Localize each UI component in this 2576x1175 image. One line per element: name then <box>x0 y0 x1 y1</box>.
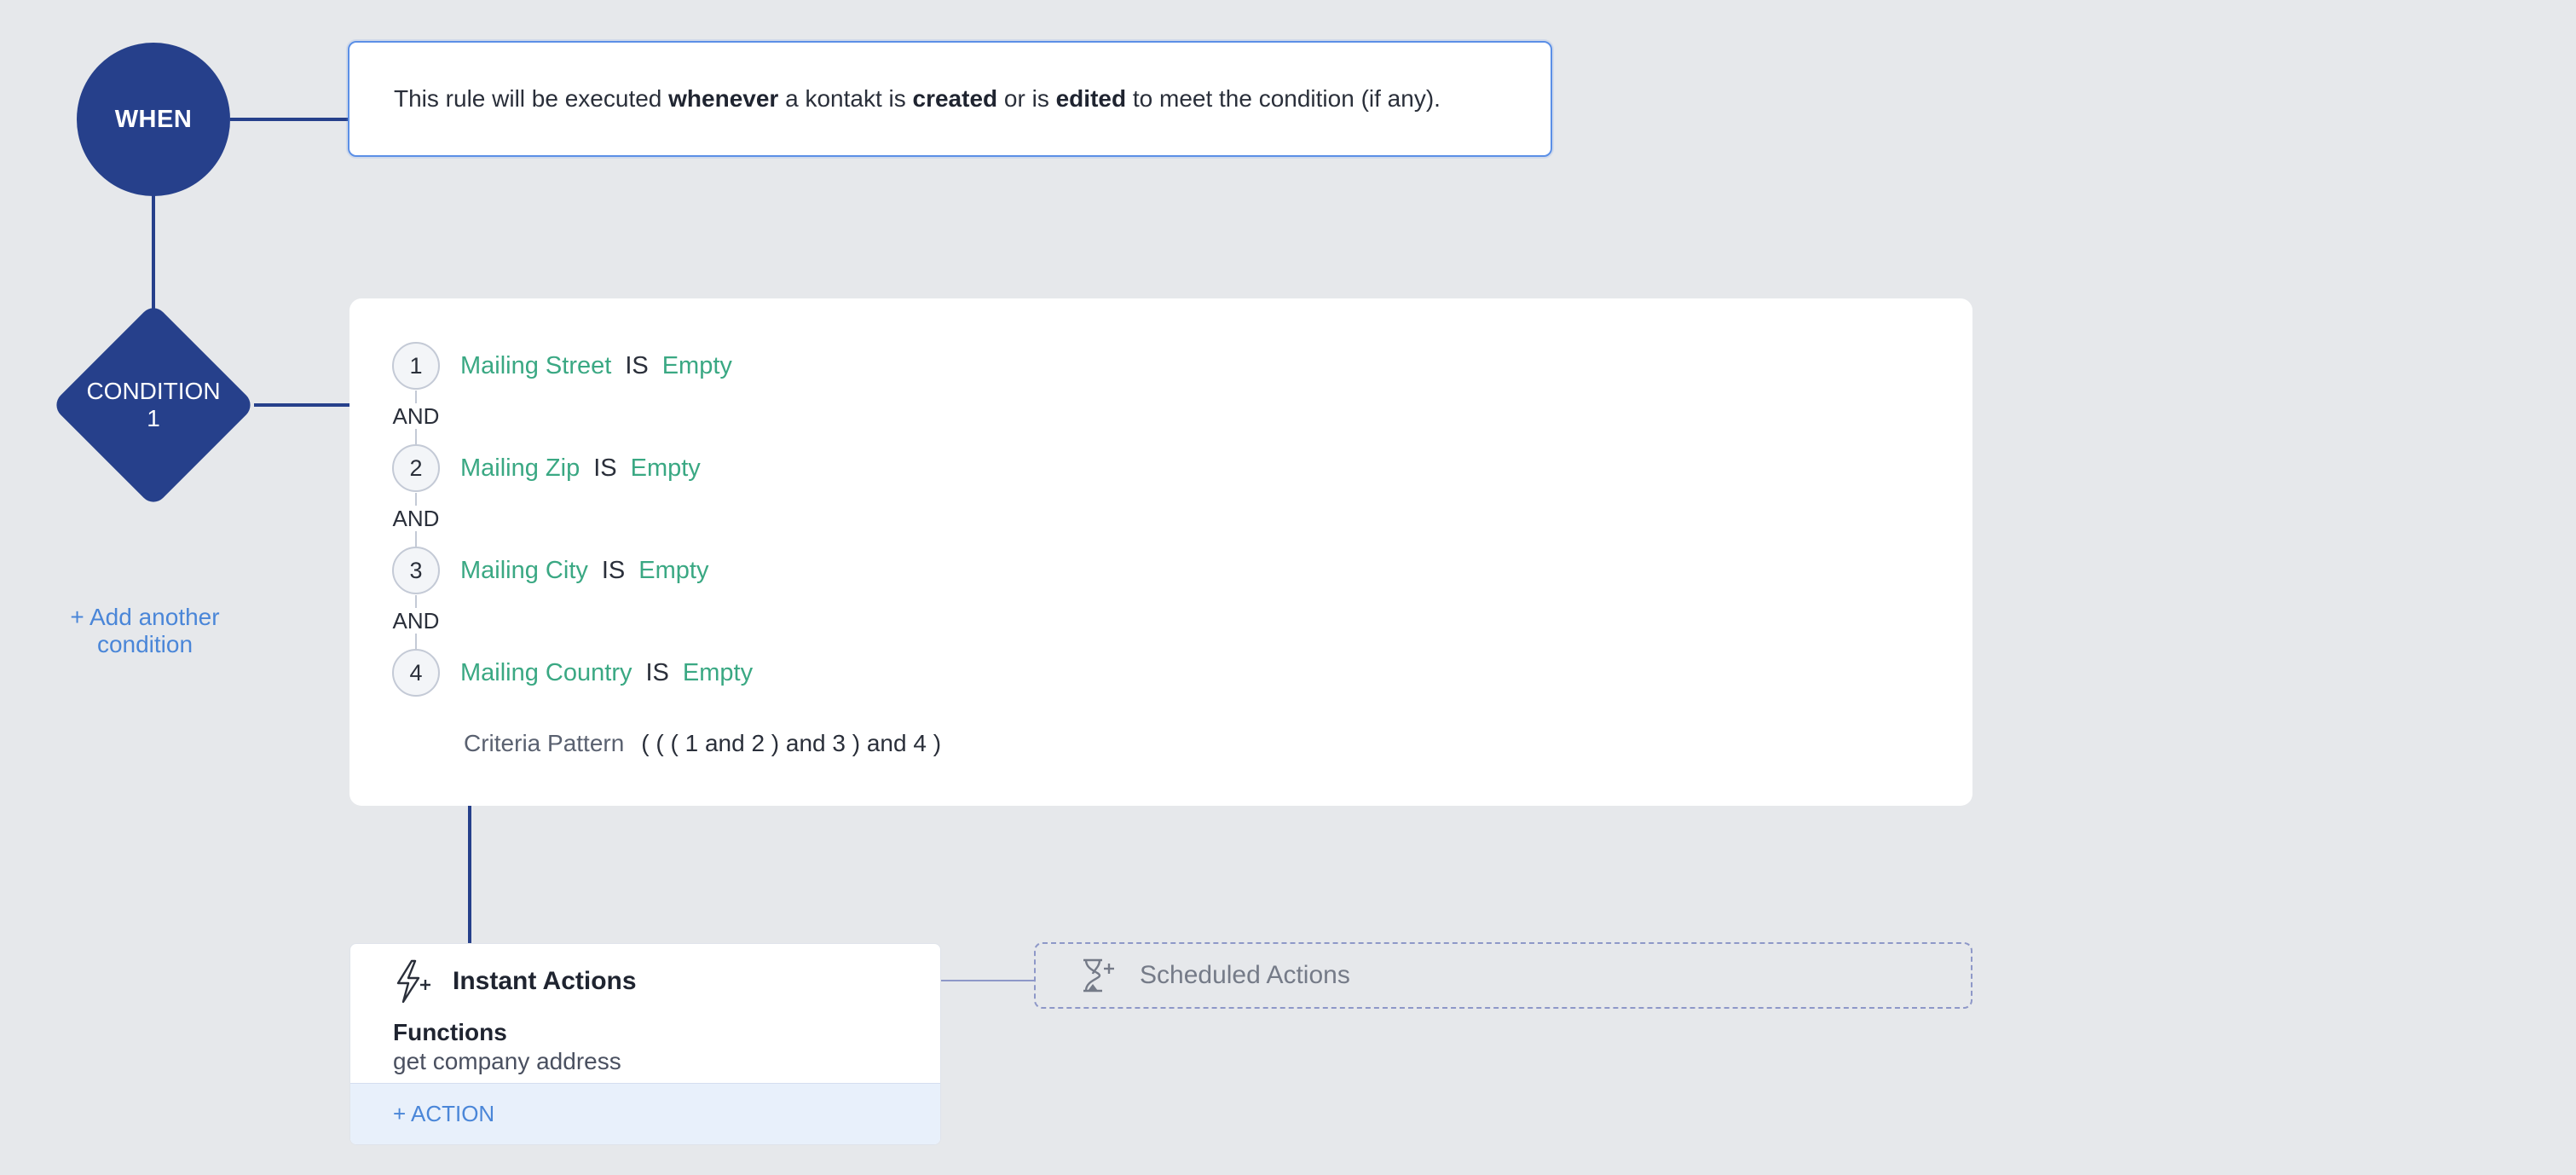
when-text-part: This rule will be executed <box>394 85 669 112</box>
scheduled-actions-button[interactable]: Scheduled Actions <box>1034 942 1972 1009</box>
when-text-part: a kontakt is <box>778 85 913 112</box>
when-node-label: WHEN <box>114 105 193 133</box>
condition-node-label-line2: 1 <box>147 405 160 431</box>
instant-actions-title: Instant Actions <box>453 967 637 995</box>
criteria-pattern: Criteria Pattern ( ( ( 1 and 2 ) and 3 )… <box>464 730 941 757</box>
criteria-number: 4 <box>392 649 440 697</box>
criteria-operator: IS <box>625 351 649 379</box>
criteria-pattern-value: ( ( ( 1 and 2 ) and 3 ) and 4 ) <box>641 730 942 756</box>
instant-actions-card[interactable]: Instant Actions Functions get company ad… <box>349 943 941 1145</box>
when-text-part: or is <box>997 85 1056 112</box>
and-label: AND <box>392 608 440 634</box>
function-item[interactable]: get company address <box>393 1048 621 1075</box>
and-label: AND <box>392 506 440 531</box>
criteria-number: 1 <box>392 342 440 390</box>
add-another-condition-link[interactable]: + Add another condition <box>51 604 239 658</box>
condition-node-label-line1: CONDITION <box>86 378 221 404</box>
and-label: AND <box>392 403 440 429</box>
when-text-bold: created <box>912 85 998 112</box>
when-text-bold: edited <box>1055 85 1127 112</box>
condition-node[interactable]: CONDITION 1 <box>50 302 257 508</box>
hourglass-plus-icon <box>1083 958 1114 993</box>
when-text-bold: whenever <box>668 85 779 112</box>
condition-criteria-card[interactable]: AND AND AND 1 Mailing Street IS Empty 2 … <box>349 298 1972 806</box>
condition-node-label: CONDITION 1 <box>51 303 256 507</box>
criteria-value: Empty <box>682 658 754 686</box>
connector-condition-to-card <box>254 403 349 407</box>
criteria-field: Mailing Country <box>460 658 632 686</box>
criteria-value: Empty <box>661 351 732 379</box>
criteria-field: Mailing City <box>460 556 588 584</box>
connector-instant-to-scheduled <box>941 980 1034 981</box>
when-description: This rule will be executed whenever a ko… <box>394 85 1441 113</box>
lightning-plus-icon <box>396 959 430 1004</box>
add-action-button[interactable]: + ACTION <box>350 1083 940 1144</box>
criteria-row-2[interactable]: 2 Mailing Zip IS Empty <box>392 443 701 494</box>
criteria-field: Mailing Zip <box>460 454 580 482</box>
criteria-row-4[interactable]: 4 Mailing Country IS Empty <box>392 647 753 698</box>
criteria-row-3[interactable]: 3 Mailing City IS Empty <box>392 545 708 596</box>
when-description-card[interactable]: This rule will be executed whenever a ko… <box>348 41 1552 157</box>
criteria-operator: IS <box>645 658 669 686</box>
functions-heading: Functions <box>393 1019 507 1045</box>
when-node: WHEN <box>77 43 230 196</box>
criteria-number: 2 <box>392 444 440 492</box>
criteria-row-1[interactable]: 1 Mailing Street IS Empty <box>392 340 732 391</box>
when-text-part: to meet the condition (if any). <box>1126 85 1441 112</box>
connector-when-to-card <box>230 118 349 121</box>
connector-card-to-actions <box>468 806 471 943</box>
criteria-operator: IS <box>593 454 617 482</box>
scheduled-actions-title: Scheduled Actions <box>1140 961 1350 989</box>
criteria-value: Empty <box>638 556 709 584</box>
instant-actions-header: Instant Actions <box>393 959 637 1004</box>
criteria-field: Mailing Street <box>460 351 612 379</box>
criteria-pattern-label: Criteria Pattern <box>464 730 625 756</box>
criteria-value: Empty <box>630 454 701 482</box>
criteria-operator: IS <box>601 556 626 584</box>
connector-when-to-condition <box>152 194 155 314</box>
criteria-number: 3 <box>392 547 440 594</box>
